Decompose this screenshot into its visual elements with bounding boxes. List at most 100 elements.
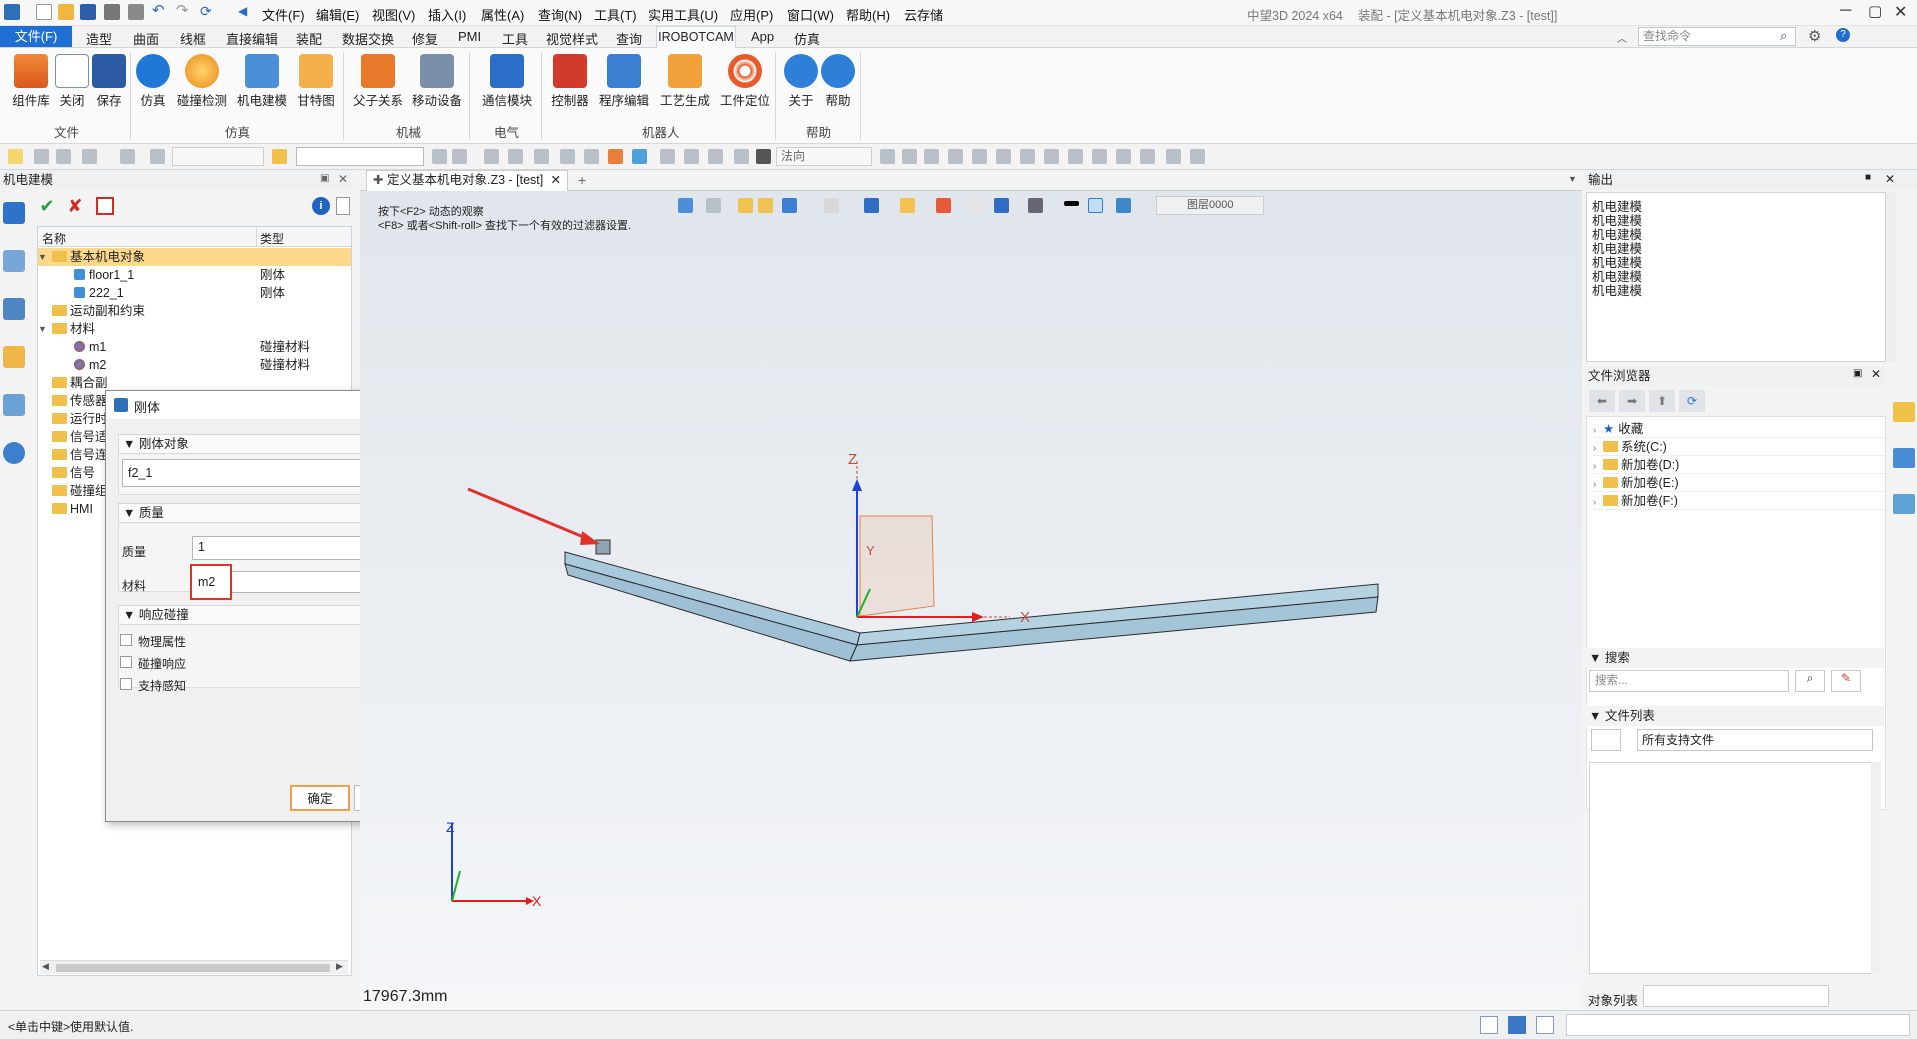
tool-icon-e[interactable] [534,149,549,164]
physics-property-checkbox[interactable] [120,634,132,646]
search-icon[interactable]: ⌕ [1780,28,1787,44]
parent-child-button[interactable]: 父子关系 [352,52,404,116]
tool-icon-m[interactable] [734,149,749,164]
file-list-section[interactable]: ▼ 文件列表 [1586,706,1884,726]
snap-icon-5[interactable] [972,149,987,164]
object-list-select[interactable] [1643,985,1829,1007]
undo-icon[interactable]: ↶ [152,3,168,20]
collision-response-checkbox[interactable] [120,656,132,668]
menu-tools[interactable]: 工具(T) [594,5,637,24]
column-type[interactable]: 类型 [260,230,284,247]
file-list-scrollbar[interactable] [1871,762,1881,974]
tree-row[interactable]: m1 碰撞材料 [38,338,351,356]
tab-query[interactable]: 查询 [616,29,642,48]
tab-assembly[interactable]: 装配 [296,29,322,48]
material-value-box[interactable]: m2 [190,564,232,600]
strip-image-icon[interactable] [1893,448,1915,468]
snap-icon-14[interactable] [1190,149,1205,164]
side-icon-tree[interactable] [3,298,25,320]
new-file-icon[interactable] [36,4,52,20]
status-icon-1[interactable] [1480,1016,1498,1034]
snap-icon-8[interactable] [1044,149,1059,164]
side-icon-assembly[interactable] [3,250,25,272]
expand-chevron-icon[interactable]: ▼ [38,248,48,266]
communication-module-button[interactable]: 通信模块 [481,52,533,116]
help-page-icon[interactable] [336,197,350,215]
confirm-check-icon[interactable]: ✔ [36,196,58,216]
pick-icon[interactable] [34,149,49,164]
status-input[interactable] [1566,1014,1910,1036]
program-edit-button[interactable]: 程序编辑 [598,52,650,116]
redo-icon[interactable]: ↷ [176,3,192,20]
open-file-icon[interactable] [58,4,74,20]
side-icon-user[interactable] [3,442,25,464]
tree-row[interactable]: m2 碰撞材料 [38,356,351,374]
status-icon-3[interactable] [1536,1016,1554,1034]
output-pin-icon[interactable]: ■ [1865,172,1871,183]
tab-pmi[interactable]: PMI [458,29,481,44]
tool-icon-a[interactable] [432,149,447,164]
gantt-button[interactable]: 甘特图 [290,52,342,116]
tab-wireframe[interactable]: 线框 [180,29,206,48]
direction-dropdown[interactable]: 法向 [776,147,872,166]
tab-list-icon[interactable]: ▼ [1568,174,1577,184]
file-search-button[interactable]: ⌕ [1795,670,1825,692]
strip-layers-icon[interactable] [1893,494,1915,514]
collision-detect-button[interactable]: 碰撞检测 [176,52,228,116]
drive-item[interactable]: › 新加卷(D:) [1593,456,1885,474]
snap-icon-11[interactable] [1116,149,1131,164]
print-preview-icon[interactable] [128,4,144,20]
tool-icon-k[interactable] [684,149,699,164]
doc-tab-close-icon[interactable]: ✕ [551,171,561,190]
tab-data-exchange[interactable]: 数据交换 [342,29,394,48]
tool-icon-g[interactable] [584,149,599,164]
tab-app[interactable]: App [751,29,774,44]
apply-edit-icon[interactable] [96,197,114,215]
right-vscroll[interactable] [1886,192,1896,362]
snap-icon-7[interactable] [1020,149,1035,164]
tool-icon-c[interactable] [484,149,499,164]
command-search-input[interactable]: 查找命令 [1638,27,1796,46]
tool-icon-n[interactable] [756,149,771,164]
nav-refresh-button[interactable]: ⟳ [1679,390,1705,412]
side-icon-view[interactable] [3,394,25,416]
tree-hscroll[interactable]: ◀ ▶ [40,960,348,974]
tab-repair[interactable]: 修复 [412,29,438,48]
panel-close-icon[interactable]: ✕ [338,172,348,186]
file-browser-close-icon[interactable]: ✕ [1871,367,1881,381]
move-device-button[interactable]: 移动设备 [411,52,463,116]
snap-icon-12[interactable] [1140,149,1155,164]
menu-view[interactable]: 视图(V) [372,5,415,24]
file-filter-select[interactable]: 所有支持文件 [1637,729,1873,751]
snap-icon-10[interactable] [1092,149,1107,164]
box-select-icon[interactable] [82,149,97,164]
tool-icon-d[interactable] [508,149,523,164]
tab-file[interactable]: 文件(F) [0,26,72,47]
menu-apps[interactable]: 应用(P) [730,5,773,24]
minimize-button[interactable]: ─ [1840,2,1851,20]
search-section[interactable]: ▼ 搜索 [1586,648,1884,668]
tab-visual-style[interactable]: 视觉样式 [546,29,598,48]
close-window-button[interactable]: ✕ [1894,2,1907,22]
menu-query[interactable]: 查询(N) [538,5,582,24]
tool-icon-f[interactable] [560,149,575,164]
tab-simulation[interactable]: 仿真 [794,29,820,48]
output-close-icon[interactable]: ✕ [1885,172,1895,186]
tool-icon-b[interactable] [452,149,467,164]
back-icon[interactable]: ◀ [238,4,254,20]
tree-row[interactable]: floor1_1 刚体 [38,266,351,284]
snap-icon-1[interactable] [880,149,895,164]
menu-utilities[interactable]: 实用工具(U) [648,5,718,24]
drive-item[interactable]: › 新加卷(E:) [1593,474,1885,492]
expand-chevron-icon[interactable]: ▼ [38,320,48,338]
clear-search-button[interactable]: ✎ [1831,670,1861,692]
collapse-ribbon-icon[interactable]: ︿ [1617,30,1627,45]
snap-icon-3[interactable] [924,149,939,164]
tool-icon-i[interactable] [632,149,647,164]
file-browser-pin-icon[interactable]: ▣ [1853,368,1862,379]
tab-tools[interactable]: 工具 [502,29,528,48]
cancel-x-icon[interactable]: ✘ [64,196,86,216]
select-arrow-icon[interactable] [8,149,23,164]
tab-surface[interactable]: 曲面 [133,29,159,48]
panel-pin-icon[interactable]: ▣ [320,173,329,184]
